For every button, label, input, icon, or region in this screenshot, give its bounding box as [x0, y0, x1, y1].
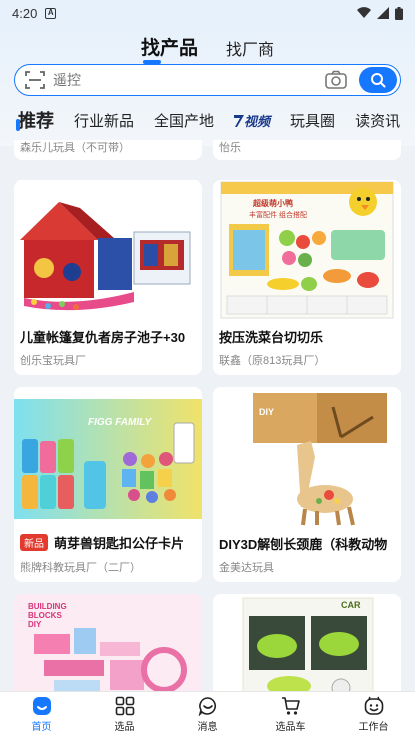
- category-video-label: 视频: [244, 113, 271, 129]
- search-bar: [14, 64, 401, 96]
- status-icons: [357, 6, 403, 20]
- notification-icon: A: [45, 7, 57, 19]
- tab-find-factories[interactable]: 找厂商: [226, 36, 274, 60]
- message-icon: [198, 697, 216, 716]
- product-card[interactable]: 超级萌小鸭 丰富配件 组合搭配 按压洗菜台切切乐 联鑫（原813玩具厂）: [213, 180, 401, 375]
- home-icon: [32, 697, 51, 715]
- category-recommend[interactable]: 推荐: [16, 107, 54, 133]
- vendor-name: 联鑫（原813玩具厂）: [219, 355, 326, 367]
- product-image-giraffe: [213, 387, 401, 527]
- vendor-name: 怡乐: [219, 142, 241, 154]
- vendor-name: 创乐宝玩具厂: [20, 355, 86, 367]
- category-industry-new[interactable]: 行业新品: [74, 110, 134, 131]
- product-card[interactable]: 儿童帐篷复仇者房子池子+30 创乐宝玩具厂: [14, 180, 202, 375]
- vendor-name: 森乐儿玩具（不可带）: [20, 142, 130, 154]
- wifi-icon: [357, 7, 371, 19]
- product-image-rc-car: [213, 594, 401, 691]
- nav-selection-label: 选品: [114, 722, 135, 733]
- grid-icon: [115, 696, 134, 716]
- category-news[interactable]: 读资讯: [355, 110, 400, 131]
- product-card[interactable]: BUILDING BLOCKS DIY: [14, 594, 202, 691]
- header: 找产品 找厂商 推荐 行业新品 全国产地 视频 玩具圈 读资讯 看: [0, 26, 415, 146]
- tab-find-products[interactable]: 找产品: [141, 33, 198, 64]
- category-tabs: 推荐 行业新品 全国产地 视频 玩具圈 读资讯 看: [0, 106, 415, 134]
- status-time: 4:20: [12, 5, 38, 21]
- product-title: 按压洗菜台切切乐: [219, 330, 324, 345]
- image-text-kitchen-sub: 丰富配件 组合搭配: [249, 212, 307, 219]
- vendor-name: 金美达玩具: [219, 562, 274, 574]
- product-card-partial-right[interactable]: 怡乐: [213, 140, 401, 160]
- nav-messages-label: 消息: [197, 722, 218, 733]
- top-tabs: 找产品 找厂商: [0, 30, 415, 64]
- image-text-building: BUILDING BLOCKS DIY: [28, 602, 67, 629]
- video-logo-icon: [234, 114, 245, 127]
- nav-messages[interactable]: 消息: [166, 692, 249, 737]
- product-title: DIY3D解刨长颈鹿（科教动物: [219, 537, 388, 552]
- product-image-kitchen: [213, 180, 401, 320]
- category-toy-circle[interactable]: 玩具圈: [290, 110, 335, 131]
- product-card[interactable]: CAR: [213, 594, 401, 691]
- nav-cart[interactable]: 选品车: [249, 692, 332, 737]
- product-card-partial-left[interactable]: 森乐儿玩具（不可带）: [14, 140, 202, 160]
- product-title: 新品 萌芽兽钥匙扣公仔卡片: [20, 533, 196, 552]
- nav-cart-label: 选品车: [275, 722, 306, 733]
- nav-workbench[interactable]: 工作台: [332, 692, 415, 737]
- product-card[interactable]: FIGG FAMILY 新品 萌芽兽钥匙扣公仔卡片 熊牌科教玩具厂（二厂）: [14, 387, 202, 582]
- bottom-nav: 首页 选品 消息 选品车 工作台: [0, 691, 415, 737]
- camera-icon[interactable]: [325, 70, 347, 90]
- workbench-icon: [364, 696, 383, 715]
- nav-selection[interactable]: 选品: [83, 692, 166, 737]
- vendor-name: 熊牌科教玩具厂（二厂）: [20, 562, 141, 574]
- product-title-text: 萌芽兽钥匙扣公仔卡片: [54, 536, 185, 551]
- search-button[interactable]: [359, 67, 397, 93]
- category-video-logo[interactable]: 视频: [234, 111, 270, 130]
- search-input[interactable]: [53, 72, 325, 88]
- product-card[interactable]: DIY DIY3D解刨长颈鹿（科教动物 金美达玩具: [213, 387, 401, 582]
- nav-workbench-label: 工作台: [358, 722, 389, 733]
- search-icon: [371, 73, 386, 88]
- scan-icon[interactable]: [25, 70, 45, 90]
- signal-icon: [377, 7, 389, 19]
- image-text-diy: DIY: [259, 407, 275, 417]
- image-text-kitchen-brand: 超级萌小鸭: [253, 199, 293, 208]
- image-text-family: FIGG FAMILY: [88, 417, 152, 428]
- nav-home[interactable]: 首页: [0, 692, 83, 737]
- battery-icon: [395, 6, 403, 20]
- category-origin[interactable]: 全国产地: [154, 110, 214, 131]
- status-bar: 4:20 A: [0, 0, 415, 26]
- cart-icon: [281, 697, 300, 715]
- product-feed: 森乐儿玩具（不可带） 怡乐 儿童帐篷复仇者房子池子+30 创乐宝玩具厂 超级萌小…: [0, 140, 415, 691]
- product-title: 儿童帐篷复仇者房子池子+30: [20, 330, 186, 345]
- new-tag-badge: 新品: [20, 534, 48, 551]
- product-image-tent: [14, 180, 202, 320]
- nav-home-label: 首页: [31, 722, 52, 733]
- image-text-car: CAR: [341, 600, 361, 610]
